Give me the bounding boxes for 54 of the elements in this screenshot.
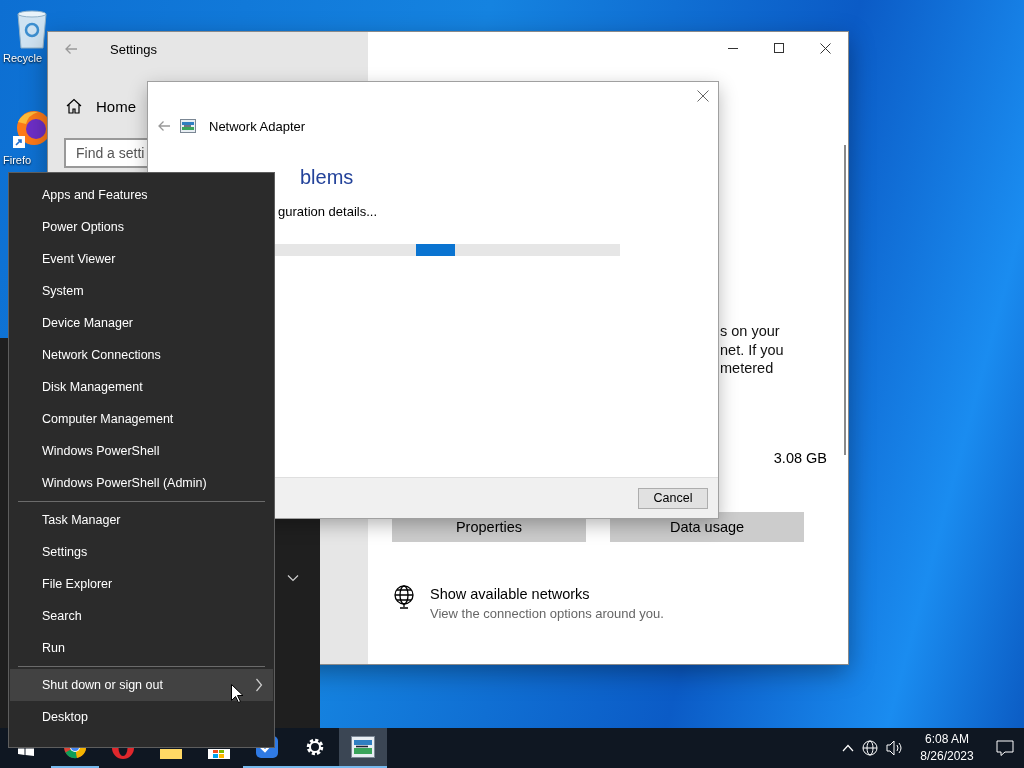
desktop-icon-label[interactable]: Firefo [3, 154, 32, 166]
link-subtitle: View the connection options around you. [430, 604, 664, 623]
home-icon [66, 98, 82, 114]
recycle-bin-icon[interactable] [14, 8, 50, 50]
home-nav-item[interactable]: Home [48, 92, 368, 120]
cursor-icon [231, 684, 243, 703]
taskbar-button[interactable] [339, 728, 387, 768]
chevron-right-icon [255, 678, 263, 692]
menu-item[interactable]: Apps and Features [10, 179, 273, 211]
data-amount: 3.08 GB [773, 449, 827, 466]
menu-item[interactable]: Network Connections [10, 339, 273, 371]
minimize-icon [728, 47, 738, 49]
notification-icon[interactable] [996, 740, 1014, 756]
menu-item[interactable]: Disk Management [10, 371, 273, 403]
scrollbar[interactable] [844, 145, 846, 455]
menu-item[interactable]: Settings [10, 536, 273, 568]
menu-item[interactable]: Search [10, 600, 273, 632]
clock[interactable]: 6:08 AM 8/26/2023 [916, 731, 978, 765]
menu-item[interactable]: Run [10, 632, 273, 664]
store-icon [208, 749, 230, 759]
globe-icon[interactable] [862, 740, 878, 756]
menu-item[interactable]: File Explorer [10, 568, 273, 600]
status-text: guration details... [278, 204, 378, 220]
description-text: s on your [720, 322, 781, 341]
settings-icon [304, 736, 326, 758]
desktop-icon-label[interactable]: Recycle [3, 52, 43, 64]
close-icon [697, 90, 709, 102]
dialog-title: Network Adapter [209, 118, 306, 134]
cancel-button[interactable]: Cancel [638, 487, 708, 509]
network-adapter-icon [351, 736, 375, 758]
close-icon [819, 42, 831, 54]
window-title: Settings [110, 41, 157, 57]
chevron-down-icon[interactable] [287, 574, 299, 582]
menu-item[interactable]: Computer Management [10, 403, 273, 435]
network-adapter-icon [180, 118, 196, 134]
folder-icon [160, 749, 182, 759]
speaker-icon[interactable] [886, 740, 904, 756]
description-text: net. If you [720, 340, 785, 359]
globe-icon[interactable] [392, 584, 416, 609]
dialog-heading: blems [300, 165, 355, 189]
menu-item[interactable]: Event Viewer [10, 243, 273, 275]
menu-item[interactable]: Device Manager [10, 307, 273, 339]
menu-item[interactable]: System [10, 275, 273, 307]
link-title[interactable]: Show available networks [430, 584, 664, 604]
chevron-up-icon[interactable] [842, 744, 854, 752]
menu-item[interactable]: Shut down or sign out [10, 669, 273, 701]
menu-item[interactable]: Windows PowerShell [10, 435, 273, 467]
menu-item[interactable]: Task Manager [10, 504, 273, 536]
menu-item[interactable]: Desktop [10, 701, 273, 733]
description-text: metered [720, 359, 775, 378]
maximize-icon [774, 43, 784, 53]
menu-item[interactable]: Power Options [10, 211, 273, 243]
back-arrow-icon[interactable] [157, 120, 171, 132]
menu-item[interactable]: Windows PowerShell (Admin) [10, 467, 273, 499]
